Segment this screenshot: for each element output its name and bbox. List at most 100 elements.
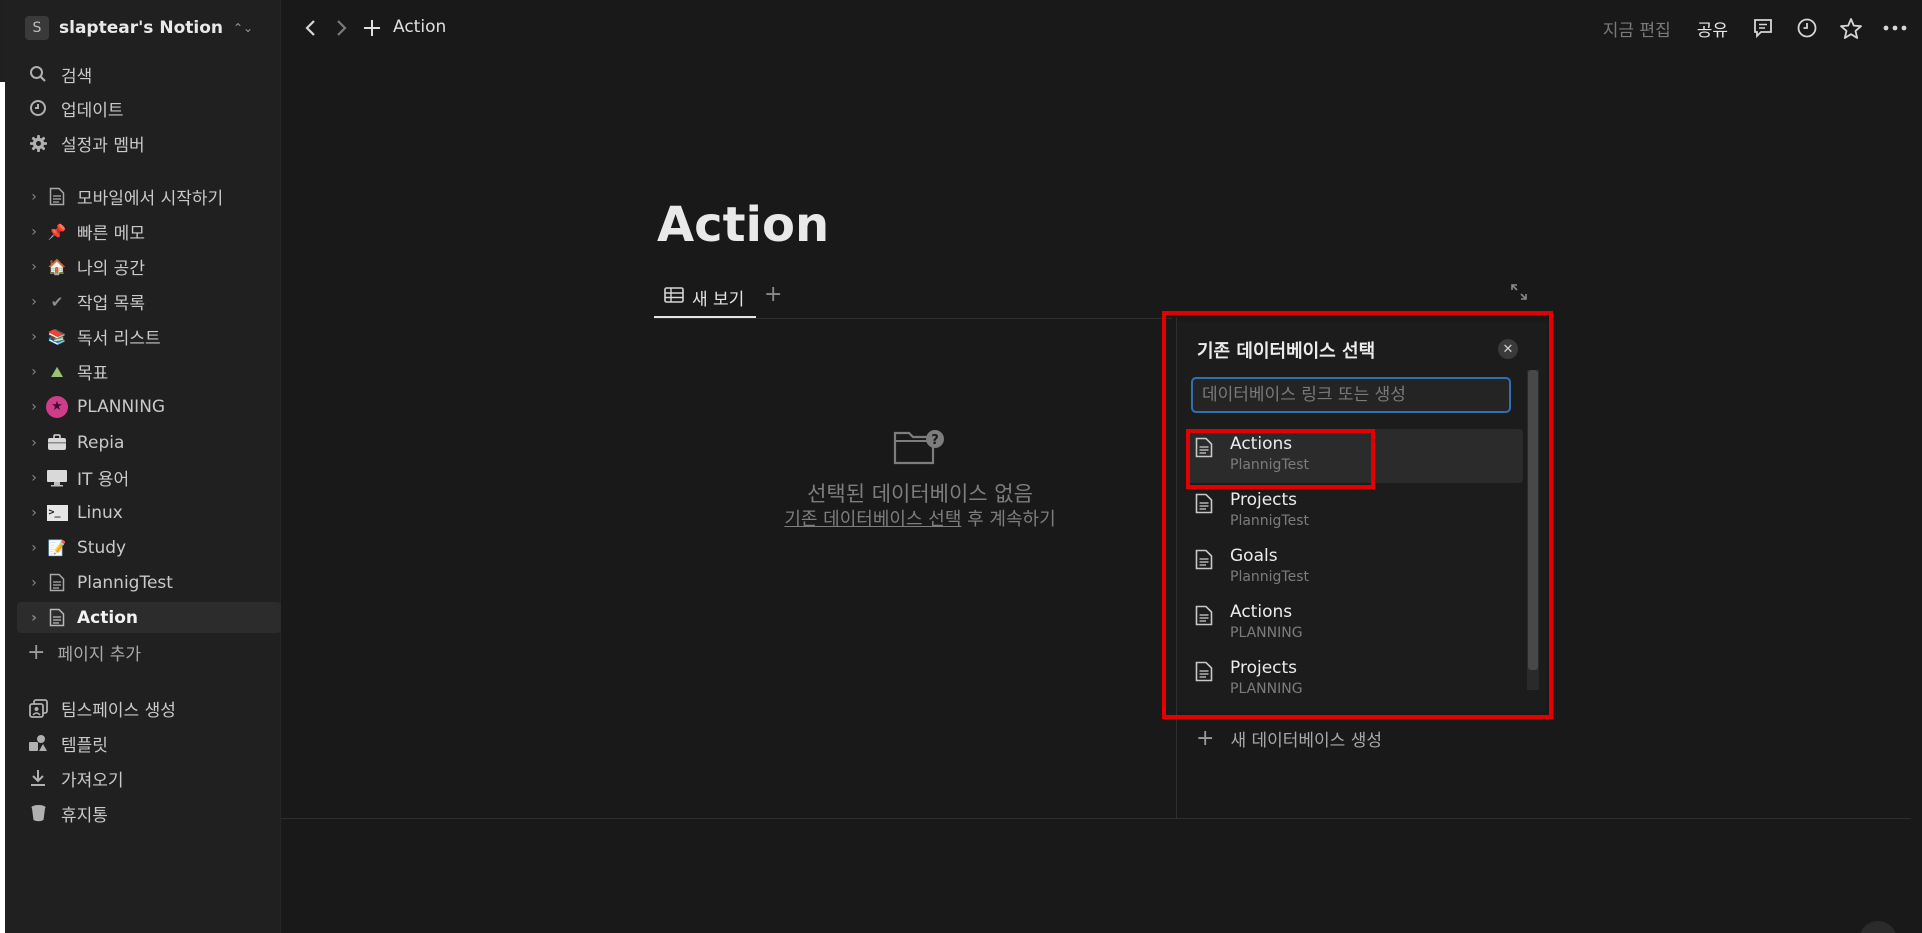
highlight-box-first-option: [1186, 429, 1375, 489]
sidebar-item-label: 팀스페이스 생성: [61, 700, 176, 721]
sidebar-page-action[interactable]: › Action: [17, 602, 281, 633]
select-existing-db-link[interactable]: 기존 데이터베이스 선택: [784, 509, 961, 530]
forward-arrow-icon[interactable]: [329, 14, 355, 42]
chevron-right-icon[interactable]: ›: [23, 610, 45, 626]
table-icon: [664, 286, 684, 308]
sidebar-item-label: 휴지통: [61, 805, 108, 826]
add-view-button[interactable]: +: [764, 282, 782, 307]
trash-icon: [27, 802, 49, 824]
folder-question-icon: ?: [893, 427, 945, 467]
sidebar-item-trash[interactable]: 휴지통: [27, 799, 108, 827]
sidebar-item-settings[interactable]: 설정과 멤버: [27, 129, 145, 157]
gear-icon: [27, 132, 49, 154]
sidebar-page-quick-memo[interactable]: › 📌 빠른 메모: [17, 216, 281, 247]
expand-icon[interactable]: [1510, 283, 1534, 307]
view-divider: [654, 318, 1172, 319]
highlight-box-panel: [1162, 311, 1553, 719]
briefcase-icon: [45, 431, 69, 455]
tab-new-view[interactable]: 새 보기: [654, 278, 757, 318]
sidebar-page-plannigtest[interactable]: › PlannigTest: [17, 567, 281, 598]
sidebar-item-updates[interactable]: 업데이트: [27, 94, 124, 122]
chevron-right-icon[interactable]: ›: [23, 470, 45, 486]
document-icon: [45, 185, 69, 209]
mountain-icon: ⛰: [50, 362, 64, 381]
shapes-icon: [27, 732, 49, 754]
sidebar-page-repia[interactable]: › Repia: [17, 427, 281, 458]
page-title[interactable]: Action: [657, 197, 829, 253]
sidebar-page-label: 모바일에서 시작하기: [77, 189, 224, 209]
monitor-icon: [45, 466, 69, 490]
sidebar-page-task-list[interactable]: › ✔ 작업 목록: [17, 286, 281, 317]
sidebar-item-search[interactable]: 검색: [27, 60, 92, 88]
sidebar-page-label: 독서 리스트: [77, 329, 161, 349]
chevron-up-down-icon: ⌃⌄: [232, 21, 254, 35]
comment-icon[interactable]: [1750, 15, 1776, 41]
sidebar-item-import[interactable]: 가져오기: [27, 764, 124, 792]
chevron-right-icon[interactable]: ›: [23, 399, 45, 415]
chevron-right-icon[interactable]: ›: [23, 540, 45, 556]
sidebar: S slaptear's Notion ⌃⌄ 검색 업데이트 설정과 멤버 › …: [5, 0, 281, 933]
sidebar-page-planning[interactable]: › ★ PLANNING: [17, 391, 281, 422]
books-icon: 📚: [47, 327, 67, 346]
memo-icon: 📝: [47, 538, 67, 557]
add-page-button[interactable]: + 페이지 추가: [27, 638, 141, 666]
empty-state-suffix: 후 계속하기: [961, 509, 1056, 530]
terminal-icon: >_: [45, 501, 69, 525]
empty-state-title: 선택된 데이터베이스 없음: [807, 482, 1033, 506]
share-button[interactable]: 공유: [1697, 16, 1728, 41]
empty-state-subtitle: 기존 데이터베이스 선택 후 계속하기: [640, 505, 1200, 531]
sidebar-page-it-terms[interactable]: › IT 용어: [17, 462, 281, 493]
sidebar-item-label: 업데이트: [61, 100, 124, 121]
back-arrow-icon[interactable]: [297, 14, 323, 42]
create-new-database-button[interactable]: + 새 데이터베이스 생성: [1196, 724, 1382, 752]
sidebar-page-label: IT 용어: [77, 470, 130, 490]
sidebar-page-label: PLANNING: [77, 396, 166, 417]
view-tab-label: 새 보기: [692, 289, 745, 310]
more-options-icon[interactable]: [1882, 15, 1908, 41]
chevron-right-icon[interactable]: ›: [23, 224, 45, 240]
sidebar-item-label: 검색: [61, 66, 93, 87]
chevron-right-icon[interactable]: ›: [23, 575, 45, 591]
sidebar-page-label: 빠른 메모: [77, 224, 145, 244]
sidebar-item-label: 설정과 멤버: [61, 135, 145, 156]
topbar-actions: 지금 편집 공유: [1603, 12, 1922, 44]
house-icon: 🏠: [47, 257, 67, 276]
chevron-right-icon[interactable]: ›: [23, 505, 45, 521]
clock-icon: [27, 97, 49, 119]
sidebar-page-mobile-start[interactable]: › 모바일에서 시작하기: [17, 181, 281, 212]
star-badge-icon: ★: [45, 395, 69, 419]
chevron-right-icon[interactable]: ›: [23, 294, 45, 310]
sidebar-page-label: Action: [77, 607, 138, 628]
sidebar-page-linux[interactable]: › >_ Linux: [17, 497, 281, 528]
workspace-avatar: S: [25, 16, 49, 40]
sidebar-page-study[interactable]: › 📝 Study: [17, 532, 281, 563]
history-clock-icon[interactable]: [1794, 15, 1820, 41]
sidebar-item-label: 템플릿: [61, 735, 108, 756]
document-icon: [45, 571, 69, 595]
chevron-right-icon[interactable]: ›: [23, 435, 45, 451]
chevron-right-icon[interactable]: ›: [23, 189, 45, 205]
help-button[interactable]: [1859, 921, 1897, 933]
topbar: Action 지금 편집 공유: [281, 0, 1922, 56]
sidebar-page-my-space[interactable]: › 🏠 나의 공간: [17, 251, 281, 282]
editing-status: 지금 편집: [1602, 20, 1671, 41]
sidebar-item-templates[interactable]: 템플릿: [27, 729, 108, 757]
download-icon: [27, 767, 49, 789]
document-icon: [45, 606, 69, 630]
sidebar-page-goals[interactable]: › ⛰ 목표: [17, 356, 281, 387]
chevron-right-icon[interactable]: ›: [23, 329, 45, 345]
sidebar-item-create-teamspace[interactable]: 팀스페이스 생성: [27, 694, 176, 722]
breadcrumb[interactable]: Action: [393, 17, 446, 37]
create-new-database-label: 새 데이터베이스 생성: [1230, 730, 1383, 751]
sidebar-page-reading-list[interactable]: › 📚 독서 리스트: [17, 321, 281, 352]
content-divider-horizontal: [281, 818, 1911, 819]
checkmark-icon: ✔: [50, 292, 64, 311]
sidebar-page-label: 작업 목록: [77, 294, 145, 314]
chevron-right-icon[interactable]: ›: [23, 364, 45, 380]
workspace-switcher[interactable]: S slaptear's Notion ⌃⌄: [25, 14, 253, 42]
sidebar-item-label: 가져오기: [61, 770, 124, 791]
star-favorite-icon[interactable]: [1838, 15, 1864, 41]
new-page-plus-icon[interactable]: [359, 14, 385, 42]
sidebar-page-label: Linux: [77, 502, 123, 523]
chevron-right-icon[interactable]: ›: [23, 259, 45, 275]
